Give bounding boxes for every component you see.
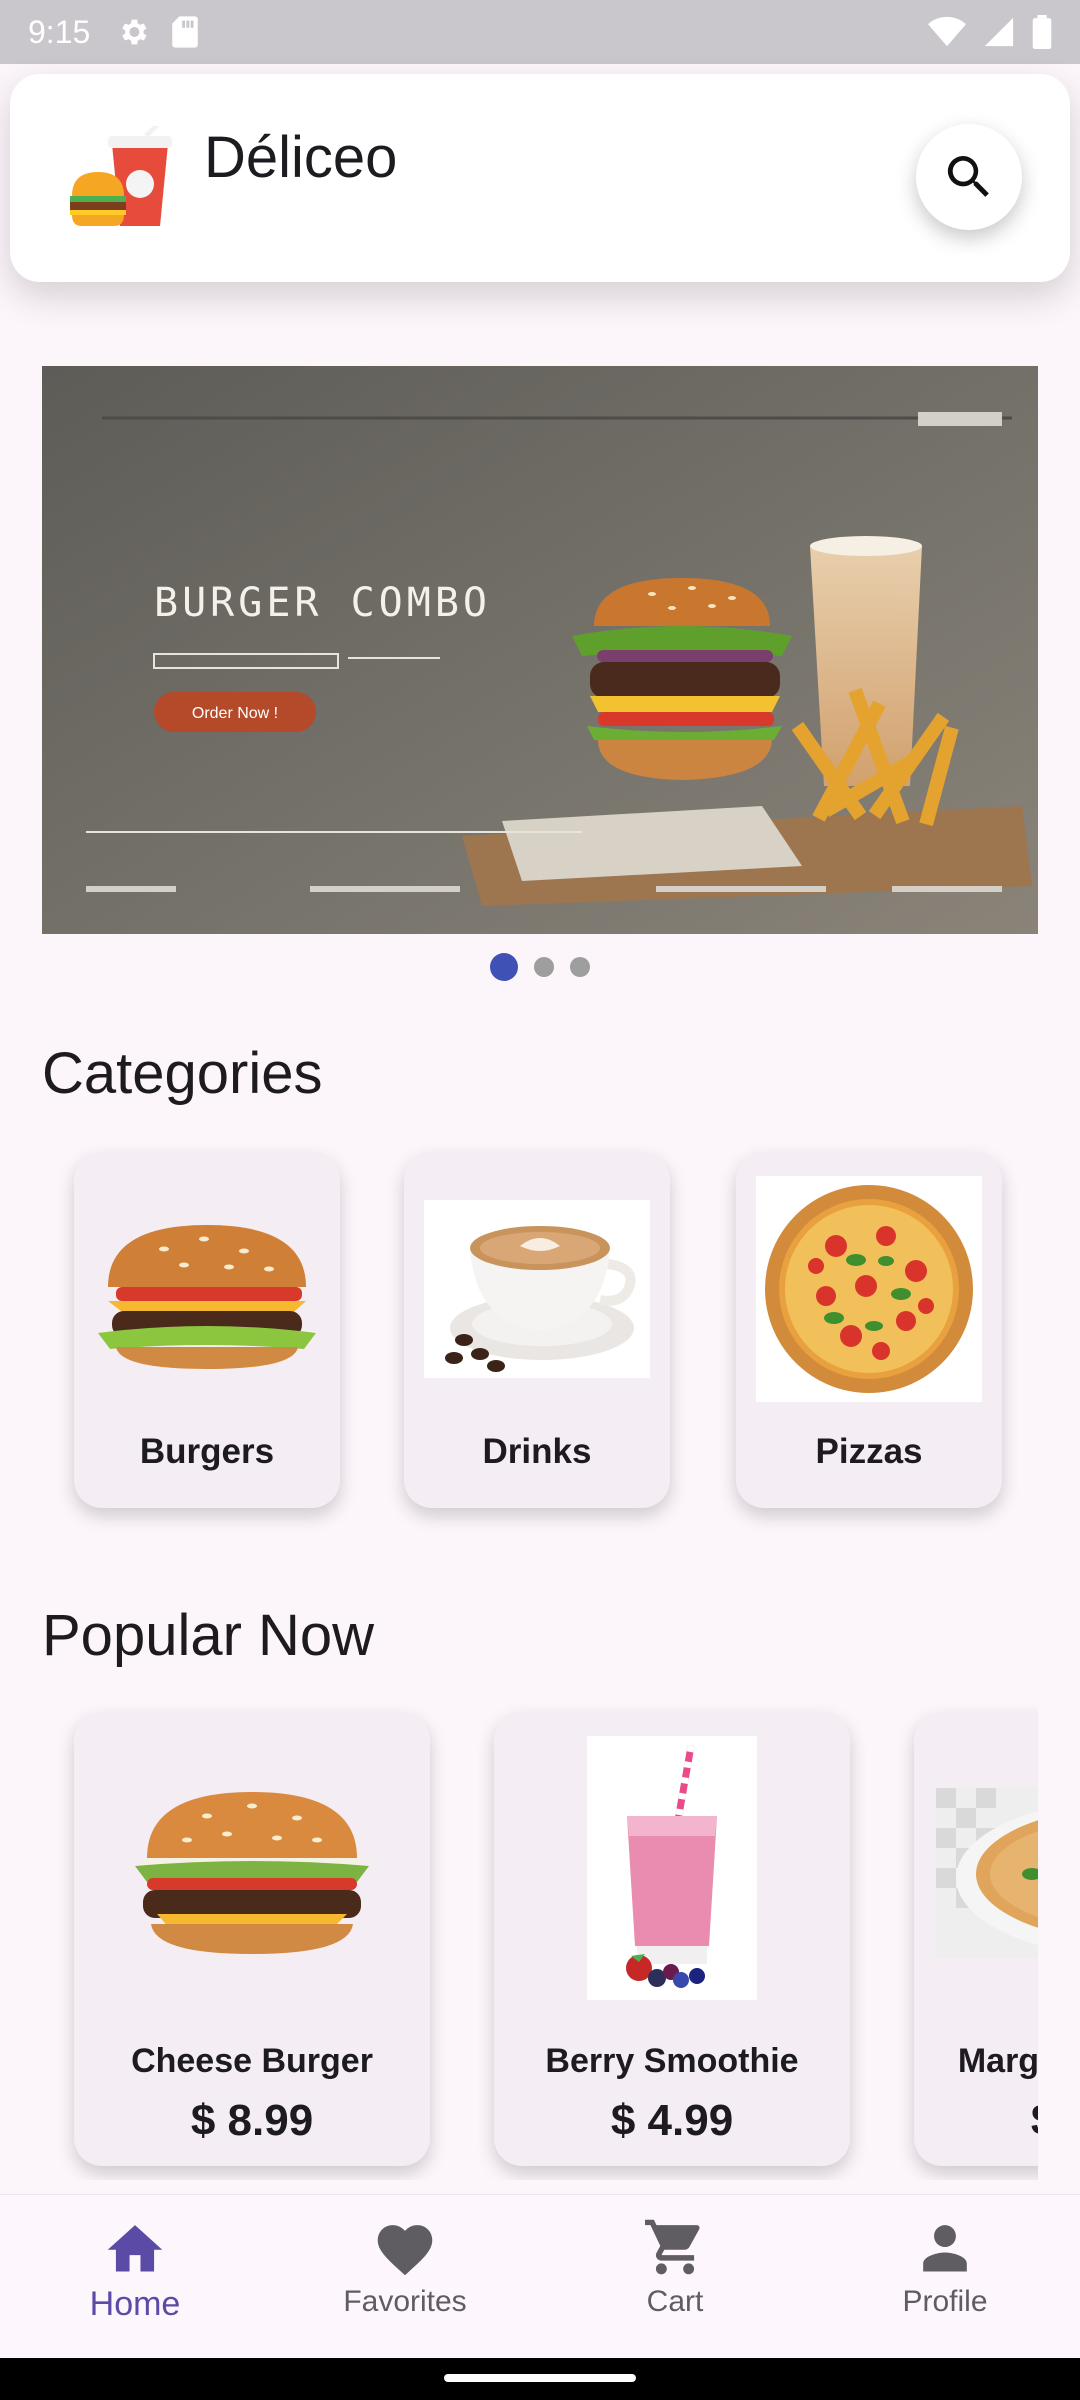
pizza-image [756,1176,982,1402]
category-label: Drinks [482,1432,592,1471]
item-name: Cheese Burger [131,2042,373,2080]
category-card-pizzas[interactable]: Pizzas [736,1152,1002,1508]
item-name: Berry Smoothie [545,2042,799,2080]
bottom-navigation: Home Favorites Cart Profile [0,2194,1080,2358]
signal-icon [984,17,1014,47]
popular-title: Popular Now [42,1603,375,1668]
banner-order-label: Order Now ! [192,705,278,722]
settings-icon [122,19,147,45]
search-icon [947,156,989,197]
category-card-drinks[interactable]: Drinks [404,1152,670,1508]
nav-home[interactable]: Home [0,2195,270,2358]
home-icon [107,2225,163,2272]
category-card-burgers[interactable]: Burgers [74,1152,340,1508]
nav-label: Cart [646,2285,704,2318]
berry-smoothie-image [516,1736,828,2000]
coffee-image [424,1200,650,1378]
gesture-bar [0,2358,1080,2400]
nav-label: Home [89,2285,181,2323]
sd-card-icon [172,16,199,48]
home-indicator[interactable] [444,2374,636,2382]
heart-icon [377,2225,433,2276]
carousel-dot[interactable] [534,957,554,977]
app-title: Déliceo [204,125,398,190]
popular-card-pizza[interactable]: Margherita Pizza $ 9.99 [914,1712,1038,2166]
popular-card-berry-smoothie[interactable]: Berry Smoothie $ 4.99 [494,1712,850,2166]
nav-profile[interactable]: Profile [810,2195,1080,2358]
nav-label: Favorites [343,2285,467,2318]
pizza-image [936,1736,1038,2000]
carousel-indicator [0,953,1080,981]
nav-cart[interactable]: Cart [540,2195,810,2358]
item-price: $ 9.99 [914,2096,1038,2146]
nav-favorites[interactable]: Favorites [270,2195,540,2358]
person-icon [923,2225,967,2272]
carousel-dot[interactable] [570,957,590,977]
item-name: Margherita Pizza [957,2042,1038,2080]
categories-title: Categories [42,1041,323,1106]
banner-headline: BURGER COMBO [154,580,491,626]
category-label: Burgers [139,1432,275,1471]
battery-icon [1032,15,1052,49]
wifi-icon [928,16,966,47]
app-header: Déliceo [10,74,1070,282]
promo-banner[interactable]: BURGER COMBO Order Now ! [42,366,1038,934]
burger-image [94,1176,320,1402]
search-button[interactable] [916,124,1022,230]
cart-icon [645,2219,700,2275]
app-logo [66,122,176,236]
popular-list[interactable]: Cheese Burger $ 8.99 Berry Smoothie $ 4.… [42,1700,1038,2180]
item-price: $ 4.99 [610,2096,734,2145]
status-bar: 9:15 [0,0,1080,64]
popular-card-cheese-burger[interactable]: Cheese Burger $ 8.99 [74,1712,430,2166]
category-label: Pizzas [815,1432,923,1471]
item-price: $ 8.99 [190,2096,314,2145]
cheese-burger-image [96,1736,408,2000]
nav-label: Profile [902,2285,988,2318]
carousel-dot-active[interactable] [490,953,518,981]
status-time: 9:15 [28,13,91,50]
